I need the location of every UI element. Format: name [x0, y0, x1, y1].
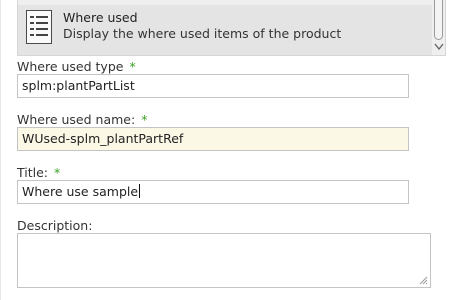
scroll-down-arrow-icon[interactable]: [434, 43, 444, 51]
required-marker: *: [141, 112, 148, 127]
title-label: Title: *: [17, 165, 60, 180]
title-field[interactable]: Where use sample: [17, 180, 409, 204]
where-used-type-label: Where used type *: [17, 59, 136, 74]
scrollbar-thumb[interactable]: [434, 0, 443, 40]
list-item-where-used[interactable]: Where used Display the where used items …: [18, 5, 432, 55]
description-label: Description:: [17, 218, 92, 233]
where-used-name-label: Where used name: *: [17, 112, 147, 127]
text-caret: [139, 184, 141, 198]
component-list: Where used Display the where used items …: [17, 0, 446, 56]
description-textarea[interactable]: [17, 233, 431, 288]
where-used-type-field[interactable]: splm:plantPartList: [17, 74, 409, 98]
where-used-form-panel: Where used Display the where used items …: [0, 0, 471, 300]
list-item-title: Where used: [63, 10, 138, 25]
description-label-text: Description:: [17, 218, 93, 233]
where-used-name-field[interactable]: WUsed-splm_plantPartRef: [17, 127, 409, 151]
required-marker: *: [53, 165, 61, 180]
title-label-text: Title:: [17, 165, 48, 180]
list-item-description: Display the where used items of the prod…: [63, 26, 342, 41]
resize-grip-icon[interactable]: [419, 276, 428, 285]
panel-divider: [0, 0, 1, 300]
where-used-name-label-text: Where used name:: [17, 112, 136, 127]
where-used-type-label-text: Where used type: [17, 59, 124, 74]
document-list-icon: [26, 10, 52, 44]
where-used-name-value: WUsed-splm_plantPartRef: [22, 131, 184, 146]
list-scrollbar[interactable]: [433, 0, 445, 54]
where-used-type-value: splm:plantPartList: [22, 78, 135, 93]
title-value: Where use sample: [22, 184, 139, 199]
required-marker: *: [129, 59, 136, 74]
